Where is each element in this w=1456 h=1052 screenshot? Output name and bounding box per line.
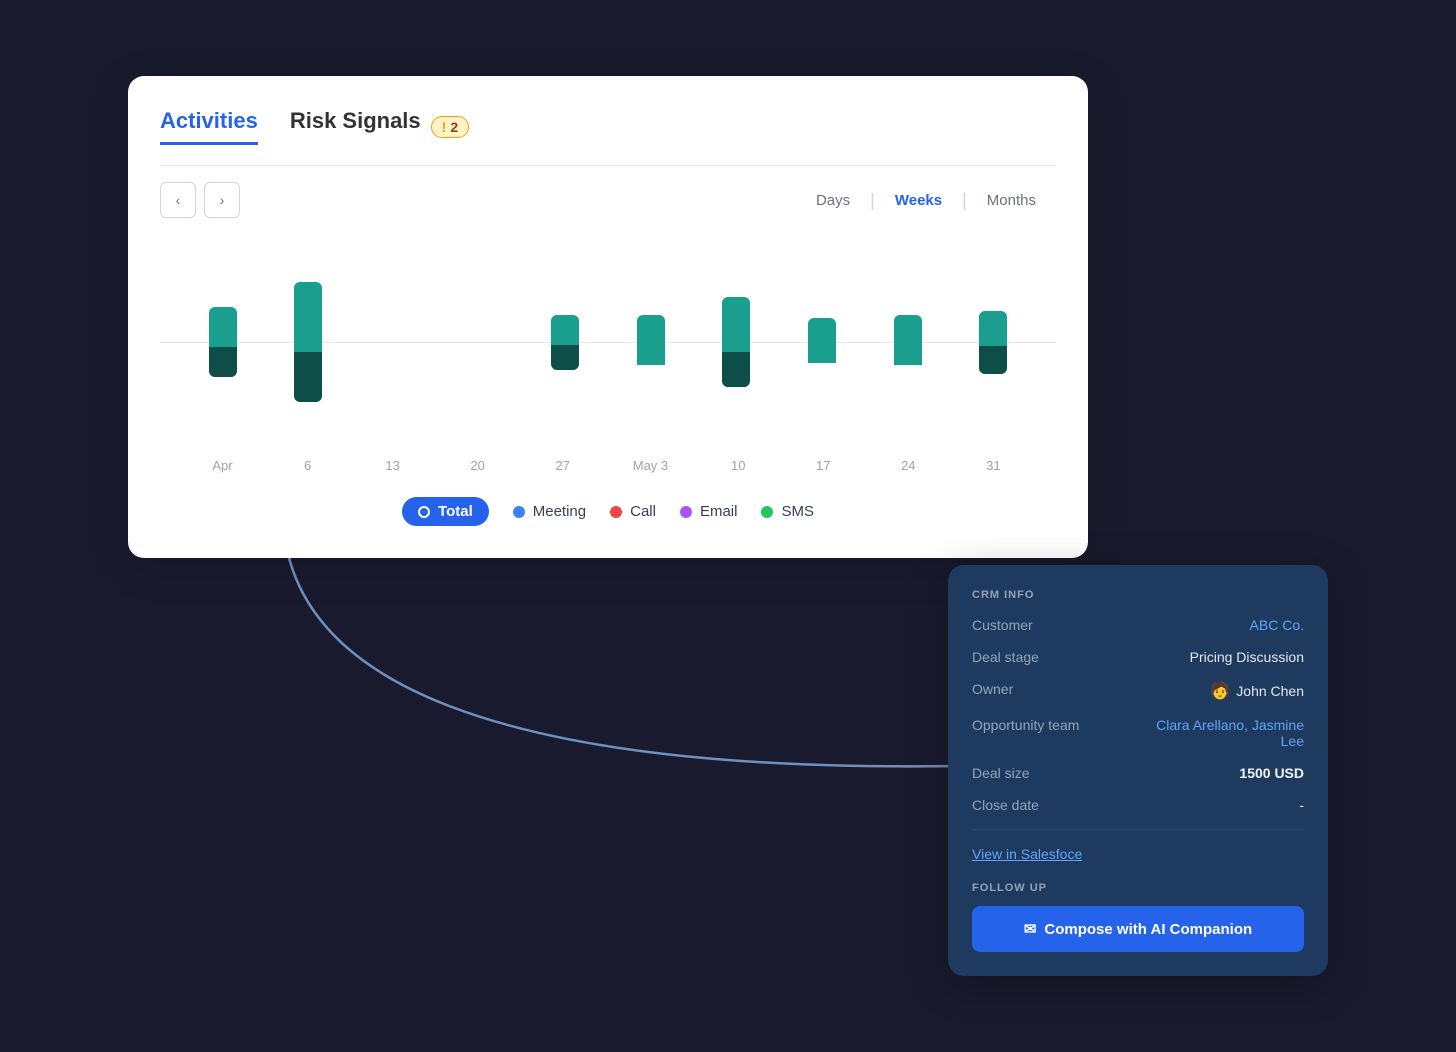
crm-row-closedate: Close date - [972,797,1304,813]
total-dot [418,506,430,518]
crm-row-dealsize: Deal size 1500 USD [972,765,1304,781]
bar-upper [979,311,1007,346]
period-months[interactable]: Months [967,186,1056,215]
legend-call-label: Call [630,503,656,520]
crm-label-closedate: Close date [972,797,1092,813]
crm-value-dealsize: 1500 USD [1239,765,1304,781]
x-label-may3: May 3 [633,458,668,473]
crm-value-customer[interactable]: ABC Co. [1250,617,1304,633]
period-weeks[interactable]: Weeks [875,186,962,215]
owner-name: John Chen [1236,683,1304,699]
x-label-20: 20 [463,458,493,473]
legend-total-label: Total [438,503,473,520]
legend-sms[interactable]: SMS [761,503,814,520]
call-dot [610,506,622,518]
warning-icon: ! [442,119,447,135]
tab-divider [160,165,1056,166]
legend-total[interactable]: Total [402,497,489,526]
next-button[interactable]: › [204,182,240,218]
prev-button[interactable]: ‹ [160,182,196,218]
crm-label-dealsize: Deal size [972,765,1092,781]
bar-lower [209,347,237,377]
crm-divider [972,829,1304,830]
x-label-31: 31 [978,458,1008,473]
tab-risk-signals[interactable]: Risk Signals [290,108,421,145]
crm-card: CRM INFO Customer ABC Co. Deal stage Pri… [948,565,1328,976]
legend: Total Meeting Call Email SMS [160,497,1056,526]
view-in-salesforce-link[interactable]: View in Salesfoce [972,846,1304,862]
sms-dot [761,506,773,518]
tabs-container: Activities Risk Signals ! 2 [160,108,1056,145]
bar-lower [294,352,322,402]
meeting-dot [513,506,525,518]
legend-sms-label: SMS [781,503,814,520]
x-label-13: 13 [378,458,408,473]
compose-label: Compose with AI Companion [1044,921,1252,938]
bar-upper [551,315,579,345]
crm-label-dealstage: Deal stage [972,649,1092,665]
crm-label-owner: Owner [972,681,1092,697]
crm-row-owner: Owner 🧑 John Chen [972,681,1304,701]
x-label-apr: Apr [208,458,238,473]
compose-icon: ✉ [1024,920,1037,938]
x-label-6: 6 [293,458,323,473]
x-label-10: 10 [723,458,753,473]
period-days[interactable]: Days [796,186,870,215]
bar-31 [979,311,1007,374]
bar-upper [637,315,665,365]
bar-upper [894,315,922,365]
owner-avatar: 🧑 [1210,681,1230,701]
bars-container [160,242,1056,442]
bar-may3 [637,315,665,369]
legend-email[interactable]: Email [680,503,738,520]
crm-value-team[interactable]: Clara Arellano, Jasmine Lee [1144,717,1304,749]
tab-activities[interactable]: Activities [160,108,258,145]
bar-6 [294,282,322,402]
risk-signals-badge: ! 2 [431,116,469,138]
crm-section-label: CRM INFO [972,589,1304,601]
risk-signals-tab-group: Risk Signals ! 2 [290,108,469,145]
legend-email-label: Email [700,503,738,520]
bar-upper [808,318,836,363]
badge-count: 2 [450,119,458,135]
nav-buttons: ‹ › [160,182,240,218]
chart-area [160,242,1056,442]
bar-17 [808,318,836,367]
crm-label-team: Opportunity team [972,717,1092,733]
legend-meeting[interactable]: Meeting [513,503,586,520]
activities-card: Activities Risk Signals ! 2 ‹ › Days | W… [128,76,1088,558]
crm-value-closedate: - [1299,797,1304,813]
crm-row-dealstage: Deal stage Pricing Discussion [972,649,1304,665]
x-label-27: 27 [548,458,578,473]
bar-upper [294,282,322,352]
main-scene: Activities Risk Signals ! 2 ‹ › Days | W… [128,76,1328,976]
legend-call[interactable]: Call [610,503,656,520]
email-dot [680,506,692,518]
crm-value-owner: 🧑 John Chen [1210,681,1304,701]
legend-meeting-label: Meeting [533,503,586,520]
bar-apr [209,307,237,377]
bar-24 [894,315,922,369]
compose-button[interactable]: ✉ Compose with AI Companion [972,906,1304,952]
crm-row-customer: Customer ABC Co. [972,617,1304,633]
crm-label-customer: Customer [972,617,1092,633]
period-buttons: Days | Weeks | Months [796,186,1056,215]
follow-up-label: FOLLOW UP [972,882,1304,894]
bar-lower [722,352,750,387]
bar-upper [209,307,237,347]
crm-row-team: Opportunity team Clara Arellano, Jasmine… [972,717,1304,749]
bar-lower [979,346,1007,374]
bar-lower [551,345,579,370]
crm-value-dealstage: Pricing Discussion [1190,649,1304,665]
x-label-24: 24 [893,458,923,473]
bar-upper [722,297,750,352]
x-axis: Apr 6 13 20 27 May 3 10 17 24 31 [160,458,1056,473]
x-label-17: 17 [808,458,838,473]
bar-27 [551,315,579,370]
bar-10 [722,297,750,387]
view-controls: ‹ › Days | Weeks | Months [160,182,1056,218]
